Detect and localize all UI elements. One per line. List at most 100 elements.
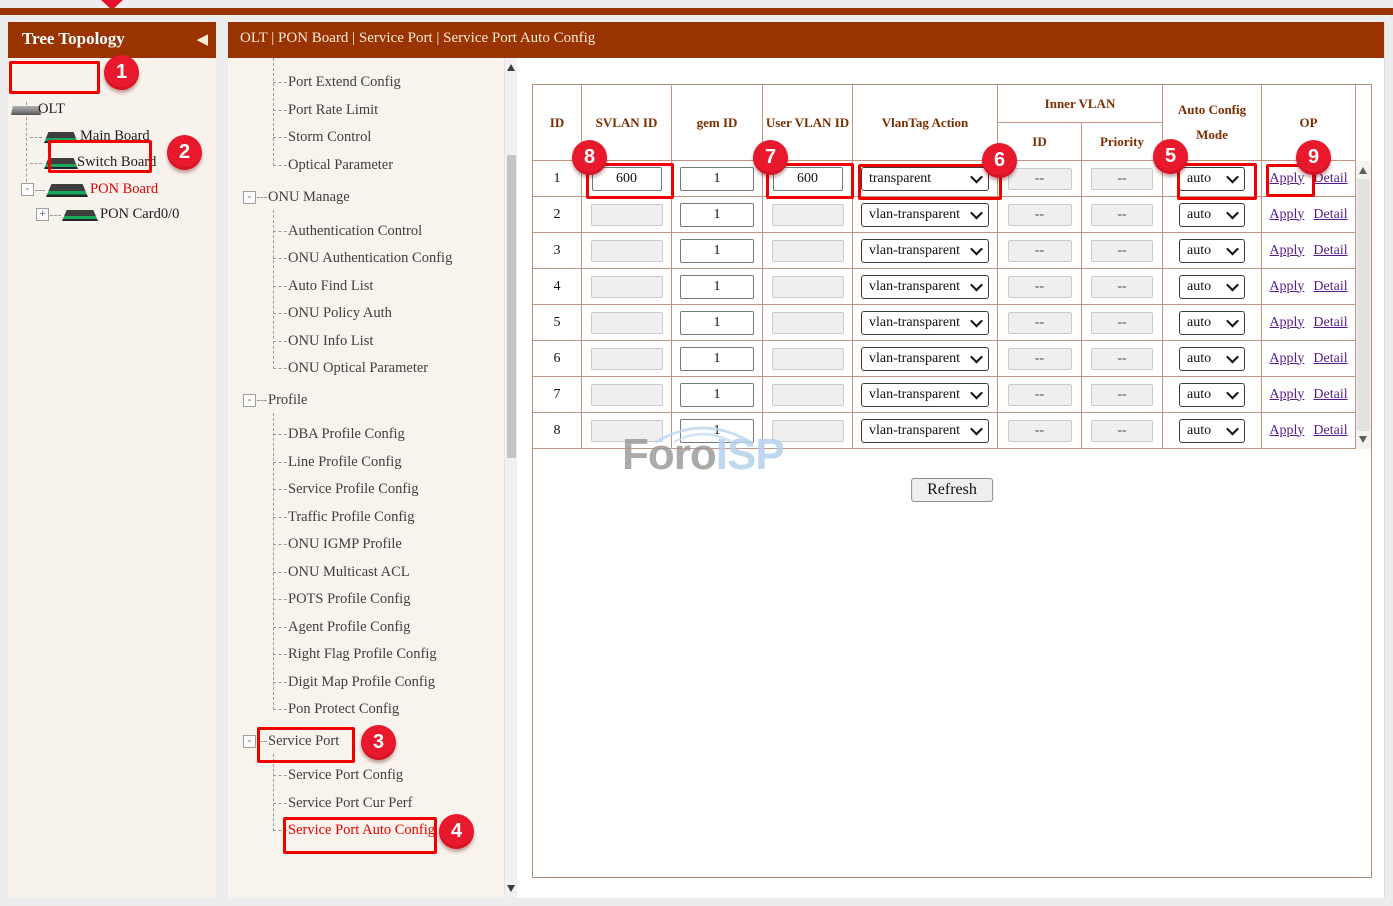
user-vlan-input[interactable] bbox=[772, 204, 844, 226]
menu-item-storm-control[interactable]: Storm Control bbox=[228, 125, 504, 151]
user-vlan-input[interactable] bbox=[772, 348, 844, 370]
refresh-button[interactable]: Refresh bbox=[911, 478, 993, 502]
menu-item-onu-optical-parameter[interactable]: ONU Optical Parameter bbox=[228, 356, 504, 382]
menu-item-right-flag-profile-config[interactable]: Right Flag Profile Config bbox=[228, 642, 504, 668]
menu-item-onu-multicast-acl[interactable]: ONU Multicast ACL bbox=[228, 560, 504, 586]
menu-item-profile[interactable]: -Profile bbox=[228, 388, 504, 414]
auto-config-mode-select[interactable]: auto bbox=[1179, 275, 1245, 299]
menu-scrollbar-thumb[interactable] bbox=[507, 155, 516, 458]
vlantag-action-select[interactable]: transparent bbox=[861, 167, 989, 191]
menu-item-optical-parameter[interactable]: Optical Parameter bbox=[228, 153, 504, 179]
apply-link[interactable]: Apply bbox=[1269, 171, 1304, 187]
table-scrollbar[interactable] bbox=[1356, 161, 1371, 449]
gem-id-input[interactable]: 1 bbox=[680, 203, 754, 227]
scroll-down-icon[interactable] bbox=[507, 885, 515, 892]
table-scrollbar-thumb[interactable] bbox=[1357, 179, 1370, 431]
detail-link[interactable]: Detail bbox=[1313, 279, 1347, 295]
vlantag-action-select[interactable]: vlan-transparent bbox=[861, 383, 989, 407]
user-vlan-input[interactable] bbox=[772, 240, 844, 262]
menu-item-onu-policy-auth[interactable]: ONU Policy Auth bbox=[228, 301, 504, 327]
menu-item-onu-igmp-profile[interactable]: ONU IGMP Profile bbox=[228, 532, 504, 558]
detail-link[interactable]: Detail bbox=[1313, 207, 1347, 223]
vlantag-action-select[interactable]: vlan-transparent bbox=[861, 347, 989, 371]
gem-id-input[interactable]: 1 bbox=[680, 347, 754, 371]
menu-item-dba-profile-config[interactable]: DBA Profile Config bbox=[228, 422, 504, 448]
menu-item-authentication-control[interactable]: Authentication Control bbox=[228, 219, 504, 245]
op-cell: Apply Detail bbox=[1262, 269, 1356, 305]
tree-item-olt[interactable]: OLT bbox=[8, 97, 216, 123]
svlan-cell bbox=[582, 269, 672, 305]
apply-link[interactable]: Apply bbox=[1269, 243, 1304, 259]
menu-item-agent-profile-config[interactable]: Agent Profile Config bbox=[228, 615, 504, 641]
user-vlan-input[interactable]: 600 bbox=[773, 167, 843, 191]
menu-item-label: Agent Profile Config bbox=[288, 619, 410, 636]
apply-link[interactable]: Apply bbox=[1269, 423, 1304, 439]
menu-item-onu-manage[interactable]: -ONU Manage bbox=[228, 185, 504, 211]
detail-link[interactable]: Detail bbox=[1313, 315, 1347, 331]
auto-config-mode-select[interactable]: auto bbox=[1179, 203, 1245, 227]
auto-config-mode-select[interactable]: auto bbox=[1179, 347, 1245, 371]
menu-item-auto-find-list[interactable]: Auto Find List bbox=[228, 274, 504, 300]
detail-link[interactable]: Detail bbox=[1313, 243, 1347, 259]
gem-id-input[interactable]: 1 bbox=[680, 275, 754, 299]
svlan-input[interactable] bbox=[591, 348, 663, 370]
menu-item-onu-authentication-config[interactable]: ONU Authentication Config bbox=[228, 246, 504, 272]
menu-item-service-port-config[interactable]: Service Port Config bbox=[228, 763, 504, 789]
menu-item-pon-protect-config[interactable]: Pon Protect Config bbox=[228, 697, 504, 723]
scroll-up-icon[interactable] bbox=[507, 64, 515, 71]
annotation-badge-5: 5 bbox=[1153, 139, 1188, 174]
menu-item-traffic-profile-config[interactable]: Traffic Profile Config bbox=[228, 505, 504, 531]
svlan-input[interactable] bbox=[591, 276, 663, 298]
vlantag-action-select[interactable]: vlan-transparent bbox=[861, 311, 989, 335]
apply-link[interactable]: Apply bbox=[1269, 387, 1304, 403]
menu-expander-collapse-icon[interactable]: - bbox=[243, 191, 256, 204]
tree-expander-expand-icon[interactable]: + bbox=[36, 208, 49, 221]
menu-item-digit-map-profile-config[interactable]: Digit Map Profile Config bbox=[228, 670, 504, 696]
svlan-input[interactable] bbox=[591, 384, 663, 406]
apply-link[interactable]: Apply bbox=[1269, 279, 1304, 295]
auto-config-mode-select[interactable]: auto bbox=[1179, 311, 1245, 335]
scroll-up-icon[interactable] bbox=[1359, 167, 1367, 174]
auto-config-mode-select[interactable]: auto bbox=[1179, 167, 1245, 191]
user-vlan-input[interactable] bbox=[772, 384, 844, 406]
menu-item-port-extend-config[interactable]: Port Extend Config bbox=[228, 70, 504, 96]
svlan-input[interactable] bbox=[591, 204, 663, 226]
menu-item-service-profile-config[interactable]: Service Profile Config bbox=[228, 477, 504, 503]
vlantag-action-select[interactable]: vlan-transparent bbox=[861, 239, 989, 263]
auto-config-mode-select[interactable]: auto bbox=[1179, 383, 1245, 407]
vlantag-action-select[interactable]: vlan-transparent bbox=[861, 419, 989, 443]
tree-expander-collapse-icon[interactable]: - bbox=[21, 183, 34, 196]
menu-expander-collapse-icon[interactable]: - bbox=[243, 735, 256, 748]
tree-item-pon-board[interactable]: -PON Board bbox=[8, 177, 216, 203]
gem-id-input[interactable]: 1 bbox=[680, 311, 754, 335]
menu-item-clipped[interactable]: Port Config bbox=[228, 58, 504, 65]
scroll-down-icon[interactable] bbox=[1359, 436, 1367, 443]
detail-link[interactable]: Detail bbox=[1313, 423, 1347, 439]
vlantag-action-select[interactable]: vlan-transparent bbox=[861, 275, 989, 299]
menu-expander-collapse-icon[interactable]: - bbox=[243, 394, 256, 407]
gem-id-input[interactable]: 1 bbox=[680, 167, 754, 191]
menu-item-line-profile-config[interactable]: Line Profile Config bbox=[228, 450, 504, 476]
tree-item-pon-card0-0[interactable]: +PON Card0/0 bbox=[8, 202, 216, 228]
svlan-input[interactable]: 600 bbox=[592, 167, 662, 191]
gem-id-input[interactable]: 1 bbox=[680, 239, 754, 263]
gem-id-input[interactable]: 1 bbox=[680, 383, 754, 407]
svlan-input[interactable] bbox=[591, 312, 663, 334]
apply-link[interactable]: Apply bbox=[1269, 207, 1304, 223]
apply-link[interactable]: Apply bbox=[1269, 351, 1304, 367]
menu-scrollbar[interactable] bbox=[504, 58, 517, 898]
user-vlan-input[interactable] bbox=[772, 276, 844, 298]
menu-item-service-port-cur-perf[interactable]: Service Port Cur Perf bbox=[228, 791, 504, 817]
detail-link[interactable]: Detail bbox=[1313, 387, 1347, 403]
apply-link[interactable]: Apply bbox=[1269, 315, 1304, 331]
user-vlan-input[interactable] bbox=[772, 312, 844, 334]
auto-config-mode-select[interactable]: auto bbox=[1179, 419, 1245, 443]
menu-item-port-rate-limit[interactable]: Port Rate Limit bbox=[228, 98, 504, 124]
svlan-input[interactable] bbox=[591, 240, 663, 262]
auto-config-mode-select[interactable]: auto bbox=[1179, 239, 1245, 263]
vlantag-action-select[interactable]: vlan-transparent bbox=[861, 203, 989, 227]
menu-item-pots-profile-config[interactable]: POTS Profile Config bbox=[228, 587, 504, 613]
detail-link[interactable]: Detail bbox=[1313, 351, 1347, 367]
menu-item-onu-info-list[interactable]: ONU Info List bbox=[228, 329, 504, 355]
collapse-sidebar-icon[interactable]: ◀ bbox=[196, 30, 208, 49]
